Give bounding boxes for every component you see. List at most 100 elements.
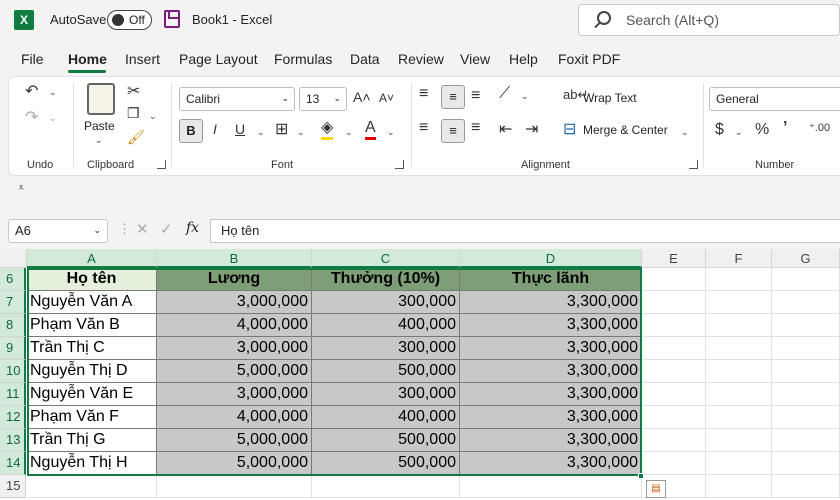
table-cell[interactable]: 5,000,000	[157, 360, 312, 383]
name-box[interactable]: A6 ⌄	[8, 219, 108, 243]
cancel-entry-icon[interactable]: ✕	[136, 220, 149, 238]
save-icon[interactable]	[164, 10, 180, 28]
empty-cell[interactable]	[706, 475, 772, 498]
decrease-font-icon[interactable]: A˅	[379, 91, 394, 105]
undo-dropdown-icon[interactable]: ⌄	[49, 87, 57, 98]
paste-icon[interactable]	[87, 83, 115, 115]
decrease-indent-icon[interactable]: ⇤	[499, 119, 512, 139]
increase-font-icon[interactable]: A˄	[353, 89, 371, 105]
empty-cell[interactable]	[642, 268, 706, 291]
merge-dropdown-icon[interactable]: ⌄	[681, 127, 689, 138]
autosave-toggle[interactable]: Off	[107, 10, 152, 30]
font-launcher-icon[interactable]	[395, 160, 404, 169]
table-cell[interactable]: 4,000,000	[157, 406, 312, 429]
empty-cell[interactable]	[642, 314, 706, 337]
table-cell[interactable]: Nguyễn Văn A	[27, 291, 157, 314]
empty-cell[interactable]	[772, 452, 840, 475]
empty-cell[interactable]	[642, 360, 706, 383]
redo-icon[interactable]: ↷	[25, 107, 38, 127]
table-cell[interactable]: 3,000,000	[157, 291, 312, 314]
row-header[interactable]: 14	[0, 452, 26, 475]
table-cell[interactable]: 3,300,000	[460, 429, 642, 452]
column-header-e[interactable]: E	[642, 249, 706, 268]
borders-dropdown-icon[interactable]: ⌄	[297, 127, 305, 138]
empty-cell[interactable]	[772, 475, 840, 498]
empty-cell[interactable]	[772, 429, 840, 452]
format-painter-icon[interactable]: 🖌	[127, 129, 145, 146]
header-cell[interactable]: Lương	[157, 268, 312, 291]
empty-cell[interactable]	[706, 291, 772, 314]
table-cell[interactable]: 400,000	[312, 406, 460, 429]
header-cell[interactable]: Họ tên	[27, 268, 157, 291]
font-color-dropdown-icon[interactable]: ⌄	[387, 127, 395, 138]
table-cell[interactable]: 500,000	[312, 360, 460, 383]
undo-icon[interactable]: ↶	[25, 81, 38, 101]
row-header[interactable]: 9	[0, 337, 26, 360]
align-center-icon[interactable]: ≡	[441, 119, 465, 143]
empty-cell[interactable]	[772, 268, 840, 291]
increase-decimal-icon[interactable]: ⁺.00	[809, 121, 830, 134]
table-cell[interactable]: 3,300,000	[460, 406, 642, 429]
table-cell[interactable]: 3,300,000	[460, 291, 642, 314]
empty-cell[interactable]	[706, 406, 772, 429]
empty-cell[interactable]	[772, 291, 840, 314]
quick-analysis-icon[interactable]: ▤	[646, 480, 666, 498]
empty-cell[interactable]	[706, 360, 772, 383]
fill-handle[interactable]	[638, 473, 644, 479]
row-header[interactable]: 6	[0, 268, 26, 291]
empty-cell[interactable]	[642, 383, 706, 406]
formula-input[interactable]: Họ tên	[210, 219, 840, 243]
table-cell[interactable]: Phạm Văn B	[27, 314, 157, 337]
row-header[interactable]: 10	[0, 360, 26, 383]
borders-icon[interactable]: ⊞	[275, 119, 288, 139]
row-header[interactable]: 8	[0, 314, 26, 337]
empty-cell[interactable]	[772, 314, 840, 337]
tab-review[interactable]: Review	[398, 51, 444, 67]
underline-dropdown-icon[interactable]: ⌄	[257, 127, 265, 138]
empty-cell[interactable]	[706, 429, 772, 452]
table-cell[interactable]: 300,000	[312, 291, 460, 314]
alignment-launcher-icon[interactable]	[689, 160, 698, 169]
table-cell[interactable]: Trần Thị G	[27, 429, 157, 452]
empty-cell[interactable]	[460, 475, 642, 498]
row-header[interactable]: 15	[0, 475, 26, 498]
table-cell[interactable]: 3,000,000	[157, 383, 312, 406]
tab-help[interactable]: Help	[509, 51, 538, 67]
insert-function-button[interactable]: fx	[186, 220, 199, 236]
empty-cell[interactable]	[642, 406, 706, 429]
copy-dropdown-icon[interactable]: ⌄	[149, 111, 157, 122]
increase-indent-icon[interactable]: ⇥	[525, 119, 538, 139]
tab-data[interactable]: Data	[350, 51, 380, 67]
table-cell[interactable]: 500,000	[312, 452, 460, 475]
column-header-g[interactable]: G	[772, 249, 840, 268]
table-cell[interactable]: 300,000	[312, 337, 460, 360]
align-middle-icon[interactable]: ≡	[441, 85, 465, 109]
table-cell[interactable]: 4,000,000	[157, 314, 312, 337]
wrap-text-button[interactable]: Wrap Text	[583, 91, 637, 105]
table-cell[interactable]: 5,000,000	[157, 452, 312, 475]
table-cell[interactable]: 3,300,000	[460, 452, 642, 475]
table-cell[interactable]: Trần Thị C	[27, 337, 157, 360]
table-cell[interactable]: 500,000	[312, 429, 460, 452]
table-cell[interactable]: 3,300,000	[460, 314, 642, 337]
empty-cell[interactable]	[706, 314, 772, 337]
more-options-icon[interactable]: ⋮	[118, 221, 131, 237]
empty-cell[interactable]	[706, 268, 772, 291]
empty-cell[interactable]	[772, 383, 840, 406]
select-all-corner[interactable]	[0, 249, 27, 268]
row-header[interactable]: 13	[0, 429, 26, 452]
table-cell[interactable]: 3,000,000	[157, 337, 312, 360]
table-cell[interactable]: 300,000	[312, 383, 460, 406]
header-cell[interactable]: Thưởng (10%)	[312, 268, 460, 291]
font-color-icon[interactable]: A	[365, 119, 376, 140]
empty-cell[interactable]	[772, 360, 840, 383]
italic-button[interactable]: I	[213, 121, 217, 137]
paste-button[interactable]: Paste	[84, 119, 115, 133]
column-header-c[interactable]: C	[312, 249, 460, 268]
empty-cell[interactable]	[772, 337, 840, 360]
font-size-select[interactable]: 13 ⌄	[299, 87, 347, 111]
empty-cell[interactable]	[27, 475, 157, 498]
tab-foxit-pdf[interactable]: Foxit PDF	[558, 51, 620, 67]
empty-cell[interactable]	[642, 429, 706, 452]
empty-cell[interactable]	[706, 337, 772, 360]
